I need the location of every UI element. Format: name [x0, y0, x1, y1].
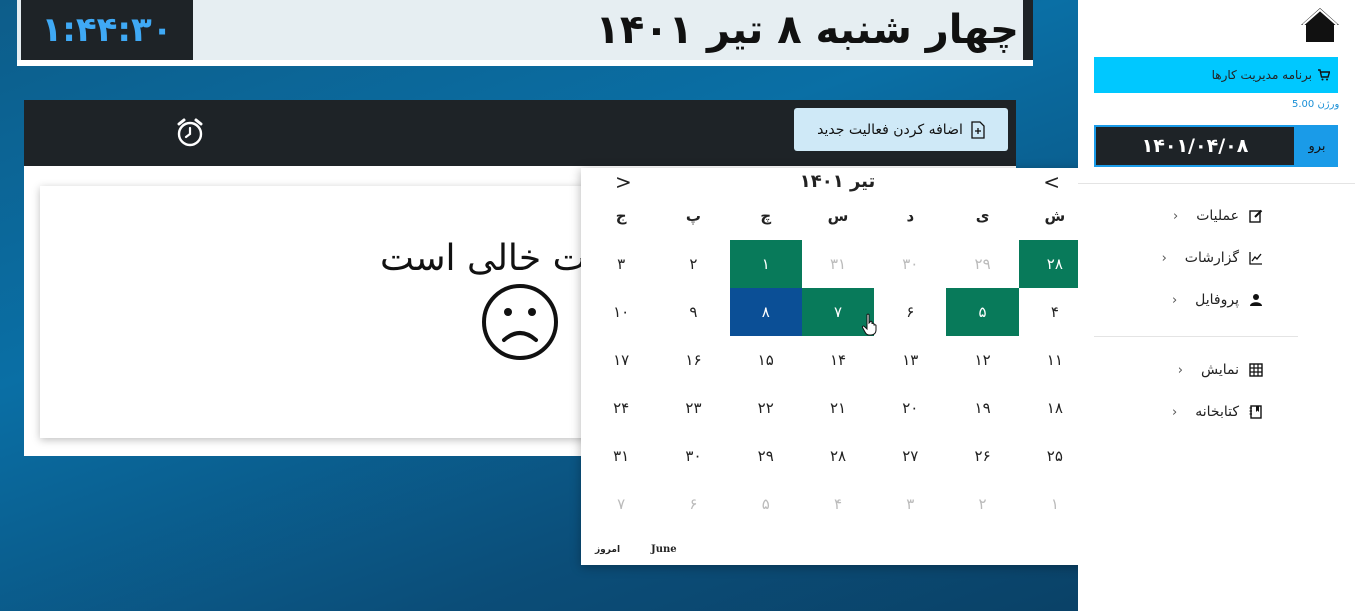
header: ۱:۴۴:۳۰ چهار شنبه ۸ تیر ۱۴۰۱ [17, 0, 1033, 66]
calendar-day[interactable]: ۳ [874, 480, 946, 528]
calendar-day[interactable]: ۲۴ [585, 384, 657, 432]
sidebar-item-display[interactable]: نمایش ‹ [1178, 358, 1263, 382]
calendar-day[interactable]: ۲۸ [802, 432, 874, 480]
calendar-week-row: ۴ ۵ ۶ ۷ ۸ ۹ ۱۰ [585, 288, 1091, 336]
user-icon [1250, 294, 1262, 306]
sidebar-item-profile[interactable]: پروفایل ‹ [1172, 288, 1263, 312]
calendar-day[interactable]: ۵ [730, 480, 802, 528]
go-button[interactable]: برو [1296, 125, 1338, 167]
sidebar-item-label: عملیات [1196, 208, 1239, 224]
calendar-weekday: س [827, 207, 849, 225]
chevron-left-icon: ‹ [1177, 362, 1183, 378]
calendar-day[interactable]: ۴ [802, 480, 874, 528]
calendar-day[interactable]: ۲۲ [730, 384, 802, 432]
calendar-day[interactable]: ۲۱ [802, 384, 874, 432]
sad-face-icon [482, 284, 558, 360]
calendar-next-button[interactable]: > [1043, 170, 1060, 194]
chevron-left-icon: ‹ [1173, 208, 1179, 224]
calendar-weekday: پ [685, 207, 701, 225]
version-label: ورژن 5.00 [1292, 99, 1340, 110]
calendar-day[interactable]: ۱۶ [657, 336, 729, 384]
calendar-day-highlighted[interactable]: ۱ [729, 240, 802, 288]
calendar-week-row: ۱۲۳۴۵۶۷ [585, 480, 1091, 528]
home-icon[interactable] [1299, 6, 1341, 44]
calendar-gregorian-month: June [651, 544, 677, 555]
calendar-day[interactable]: ۷ [585, 480, 657, 528]
chevron-left-icon: ‹ [1161, 250, 1167, 266]
header-bar: ۱:۴۴:۳۰ چهار شنبه ۸ تیر ۱۴۰۱ [17, 0, 1033, 60]
calendar-today-button[interactable]: امروز [595, 545, 620, 555]
calendar-day[interactable]: ۲ [657, 240, 729, 288]
calendar-weekday: ی [975, 207, 990, 225]
add-activity-label: اضافه کردن فعالیت جدید [817, 121, 963, 138]
calendar-day[interactable]: ۱۰ [585, 288, 657, 336]
sidebar: برنامه مدیریت کارها ورژن 5.00 برو عملیات… [1078, 0, 1355, 611]
book-icon [1249, 405, 1262, 419]
calendar-grid: ش ی د س چ پ ج ۲۸ ۲۹ ۳۰ ۳۱ ۱ ۲ ۳ ۴ ۵ ۶ ۷ ۸ ۹ ۱۰ ۱۱ ۱۲ ۱۳ ۱۴ ۱۵ ۱۶ ۱۷… [585, 192, 1091, 528]
date-picker-popup: < تیر ۱۴۰۱ > ش ی د س چ پ ج ۲۸ ۲۹ ۳۰ ۳۱ ۱ ۲ ۳ ۴ ۵ ۶ ۷ ۸ ۹ ۱۰ ۱… [581, 168, 1094, 565]
sidebar-divider [1094, 336, 1298, 337]
calendar-day[interactable]: ۳۱ [585, 432, 657, 480]
calendar-day[interactable]: ۲۶ [946, 432, 1018, 480]
clock: ۱:۴۴:۳۰ [21, 0, 193, 60]
calendar-day[interactable]: ۲۹ [730, 432, 802, 480]
calendar-weekday: د [906, 207, 915, 225]
calendar-day[interactable]: ۱۵ [730, 336, 802, 384]
calendar-day[interactable]: ۲۷ [874, 432, 946, 480]
alarm-clock-icon[interactable] [174, 116, 206, 148]
calendar-day-highlighted[interactable]: ۵ [946, 288, 1019, 336]
calendar-week-row: ۲۸ ۲۹ ۳۰ ۳۱ ۱ ۲ ۳ [585, 240, 1091, 288]
table-icon [1249, 363, 1263, 377]
sidebar-item-label: گزارشات [1184, 250, 1239, 266]
calendar-day[interactable]: ۳۰ [874, 240, 946, 288]
calendar-day[interactable]: ۳۱ [802, 240, 874, 288]
sidebar-item-label: پروفایل [1195, 292, 1239, 308]
calendar-day[interactable]: ۲۰ [874, 384, 946, 432]
calendar-day[interactable]: ۱۲ [946, 336, 1018, 384]
sidebar-item-label: کتابخانه [1195, 404, 1239, 420]
calendar-day-selected[interactable]: ۸ [729, 288, 802, 336]
date-input[interactable] [1094, 125, 1296, 167]
calendar-day[interactable]: ۱۴ [802, 336, 874, 384]
add-activity-button[interactable]: اضافه کردن فعالیت جدید [794, 108, 1008, 151]
calendar-day[interactable]: ۳۰ [657, 432, 729, 480]
calendar-month-title[interactable]: تیر ۱۴۰۱ [581, 171, 1094, 192]
sidebar-item-library[interactable]: کتابخانه ‹ [1172, 400, 1263, 424]
panel-toolbar: اضافه کردن فعالیت جدید [24, 100, 1016, 166]
chart-icon [1249, 252, 1262, 265]
edit-icon [1249, 209, 1263, 223]
calendar-weekday: چ [760, 207, 772, 225]
cart-icon [1318, 69, 1330, 81]
calendar-day[interactable]: ۲۹ [946, 240, 1018, 288]
sidebar-divider [1078, 183, 1355, 184]
calendar-week-row: ۱۸ ۱۹ ۲۰ ۲۱ ۲۲ ۲۳ ۲۴ [585, 384, 1091, 432]
calendar-week-row: ۲۵ ۲۶ ۲۷ ۲۸ ۲۹ ۳۰ ۳۱ [585, 432, 1091, 480]
sidebar-item-operations[interactable]: عملیات ‹ [1173, 204, 1263, 228]
calendar-day[interactable]: ۱۷ [585, 336, 657, 384]
calendar-day[interactable]: ۶ [657, 480, 729, 528]
calendar-day[interactable]: ۹ [657, 288, 729, 336]
header-edge [1023, 0, 1033, 60]
app-title: برنامه مدیریت کارها [1211, 68, 1312, 82]
page-title: چهار شنبه ۸ تیر ۱۴۰۱ [595, 7, 1019, 53]
calendar-weekday-row: شیدسچپج [585, 192, 1091, 240]
sidebar-item-reports[interactable]: گزارشات ‹ [1162, 246, 1263, 270]
chevron-left-icon: ‹ [1172, 404, 1178, 420]
calendar-day[interactable]: ۲ [946, 480, 1018, 528]
calendar-day[interactable]: ۳ [585, 240, 657, 288]
calendar-day[interactable]: ۶ [874, 288, 946, 336]
calendar-day[interactable]: ۱۹ [946, 384, 1018, 432]
file-plus-icon [971, 120, 985, 139]
hand-cursor-icon [861, 313, 877, 336]
calendar-day[interactable]: ۱۳ [874, 336, 946, 384]
date-search-group: برو [1094, 125, 1338, 167]
calendar-day[interactable]: ۲۳ [657, 384, 729, 432]
app-title-bar[interactable]: برنامه مدیریت کارها [1094, 57, 1338, 93]
calendar-week-row: ۱۱ ۱۲ ۱۳ ۱۴ ۱۵ ۱۶ ۱۷ [585, 336, 1091, 384]
calendar-weekday: ج [615, 207, 627, 225]
chevron-left-icon: ‹ [1171, 292, 1178, 308]
sidebar-item-label: نمایش [1200, 362, 1239, 378]
